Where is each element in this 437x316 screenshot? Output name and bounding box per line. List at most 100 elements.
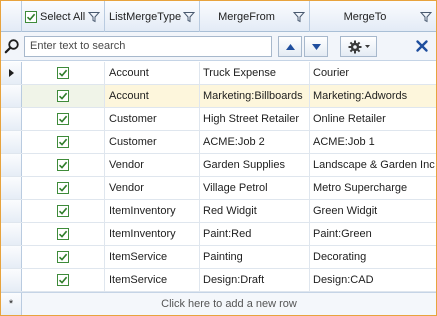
- select-cell: [22, 131, 105, 153]
- cell-mergeto[interactable]: Metro Supercharge: [310, 177, 436, 199]
- cell-mergeto[interactable]: Design:CAD: [310, 269, 436, 291]
- search-input[interactable]: Enter text to search: [24, 36, 272, 57]
- search-bar: Enter text to search: [1, 32, 436, 61]
- cell-listmergetype[interactable]: Account: [105, 85, 200, 107]
- cell-listmergetype[interactable]: Account: [105, 62, 200, 84]
- row-indicator[interactable]: [1, 154, 22, 176]
- add-new-row-label[interactable]: Click here to add a new row: [22, 293, 436, 315]
- select-cell: [22, 177, 105, 199]
- select-cell: [22, 154, 105, 176]
- cell-mergeto[interactable]: Green Widgit: [310, 200, 436, 222]
- cell-mergefrom[interactable]: Paint:Red: [200, 223, 310, 245]
- column-header-listmergetype[interactable]: ListMergeType: [105, 1, 200, 32]
- search-previous-button[interactable]: [278, 36, 302, 57]
- arrow-down-icon: [311, 43, 321, 50]
- table-row[interactable]: ItemService Painting Decorating: [1, 246, 436, 269]
- column-header-label: MergeFrom: [218, 10, 275, 23]
- magnifier-icon: [4, 39, 19, 54]
- row-indicator[interactable]: [1, 177, 22, 199]
- select-all-checkbox[interactable]: [25, 10, 37, 23]
- row-select-checkbox[interactable]: [57, 159, 69, 171]
- row-select-checkbox[interactable]: [57, 228, 69, 240]
- select-all-label: Select All: [40, 10, 86, 23]
- add-new-row[interactable]: * Click here to add a new row: [1, 292, 436, 315]
- cell-mergeto[interactable]: Courier: [310, 62, 436, 84]
- row-indicator[interactable]: [1, 200, 22, 222]
- cell-mergeto[interactable]: Decorating: [310, 246, 436, 268]
- row-select-checkbox[interactable]: [57, 251, 69, 263]
- select-cell: [22, 108, 105, 130]
- funnel-icon[interactable]: [88, 11, 100, 23]
- table-row[interactable]: Vendor Garden Supplies Landscape & Garden …: [1, 154, 436, 177]
- row-indicator[interactable]: [1, 223, 22, 245]
- column-header-label: MergeTo: [343, 10, 387, 23]
- cell-mergefrom[interactable]: Design:Draft: [200, 269, 310, 291]
- select-cell: [22, 62, 105, 84]
- cell-mergefrom[interactable]: Red Widgit: [200, 200, 310, 222]
- cell-mergeto[interactable]: Paint:Green: [310, 223, 436, 245]
- row-select-checkbox[interactable]: [57, 90, 69, 102]
- cell-mergefrom[interactable]: Garden Supplies: [200, 154, 310, 176]
- table-row[interactable]: ItemInventory Red Widgit Green Widgit: [1, 200, 436, 223]
- cell-mergeto[interactable]: ACME:Job 1: [310, 131, 436, 153]
- cell-mergefrom[interactable]: Painting: [200, 246, 310, 268]
- row-select-checkbox[interactable]: [57, 274, 69, 286]
- row-select-checkbox[interactable]: [57, 136, 69, 148]
- grid-header: Select All ListMergeType MergeFrom Merge…: [1, 1, 436, 32]
- cell-mergefrom[interactable]: Village Petrol: [200, 177, 310, 199]
- column-header-mergefrom[interactable]: MergeFrom: [200, 1, 310, 32]
- cell-listmergetype[interactable]: Customer: [105, 131, 200, 153]
- cell-listmergetype[interactable]: Vendor: [105, 177, 200, 199]
- chevron-down-icon: [364, 45, 370, 48]
- search-placeholder: Enter text to search: [30, 40, 126, 52]
- select-all-header[interactable]: Select All: [22, 1, 105, 32]
- funnel-icon[interactable]: [420, 11, 432, 23]
- row-select-checkbox[interactable]: [57, 205, 69, 217]
- table-row[interactable]: Customer High Street Retailer Online Retai…: [1, 108, 436, 131]
- table-row[interactable]: ItemInventory Paint:Red Paint:Green: [1, 223, 436, 246]
- cell-listmergetype[interactable]: ItemInventory: [105, 200, 200, 222]
- cell-listmergetype[interactable]: Vendor: [105, 154, 200, 176]
- gear-icon: [348, 40, 361, 53]
- row-indicator[interactable]: [1, 269, 22, 291]
- table-row[interactable]: Account Truck Expense Courier: [1, 62, 436, 85]
- column-header-label: ListMergeType: [109, 10, 182, 23]
- current-row-arrow-icon: [8, 69, 14, 77]
- cell-mergeto[interactable]: Landscape & Garden Inc: [310, 154, 436, 176]
- search-next-button[interactable]: [304, 36, 328, 57]
- grid-window: Select All ListMergeType MergeFrom Merge…: [0, 0, 437, 316]
- search-options-button[interactable]: [340, 36, 377, 57]
- cell-mergefrom[interactable]: ACME:Job 2: [200, 131, 310, 153]
- select-cell: [22, 200, 105, 222]
- table-row[interactable]: Vendor Village Petrol Metro Supercharge: [1, 177, 436, 200]
- table-row[interactable]: Customer ACME:Job 2 ACME:Job 1: [1, 131, 436, 154]
- funnel-icon[interactable]: [183, 11, 195, 23]
- row-indicator[interactable]: [1, 62, 22, 84]
- row-select-checkbox[interactable]: [57, 113, 69, 125]
- cell-listmergetype[interactable]: Customer: [105, 108, 200, 130]
- table-row[interactable]: Account Marketing:Billboards Marketing:Adw…: [1, 85, 436, 108]
- cell-mergefrom[interactable]: High Street Retailer: [200, 108, 310, 130]
- select-cell: [22, 85, 105, 107]
- cell-mergeto[interactable]: Marketing:Adwords: [310, 85, 436, 107]
- cell-mergefrom[interactable]: Marketing:Billboards: [200, 85, 310, 107]
- column-header-mergeto[interactable]: MergeTo: [310, 1, 436, 32]
- row-indicator[interactable]: [1, 131, 22, 153]
- cell-mergeto[interactable]: Online Retailer: [310, 108, 436, 130]
- table-row[interactable]: ItemService Design:Draft Design:CAD: [1, 269, 436, 292]
- row-indicator[interactable]: [1, 246, 22, 268]
- row-select-checkbox[interactable]: [57, 67, 69, 79]
- cell-listmergetype[interactable]: ItemService: [105, 246, 200, 268]
- select-cell: [22, 246, 105, 268]
- row-indicator[interactable]: [1, 108, 22, 130]
- funnel-icon[interactable]: [293, 11, 305, 23]
- arrow-up-icon: [285, 43, 295, 50]
- cell-listmergetype[interactable]: ItemInventory: [105, 223, 200, 245]
- row-indicator[interactable]: [1, 85, 22, 107]
- cell-listmergetype[interactable]: ItemService: [105, 269, 200, 291]
- grid-rows: Account Truck Expense Courier Account Market…: [1, 62, 436, 292]
- close-icon[interactable]: [414, 38, 430, 54]
- row-select-checkbox[interactable]: [57, 182, 69, 194]
- new-row-indicator: *: [1, 293, 22, 315]
- cell-mergefrom[interactable]: Truck Expense: [200, 62, 310, 84]
